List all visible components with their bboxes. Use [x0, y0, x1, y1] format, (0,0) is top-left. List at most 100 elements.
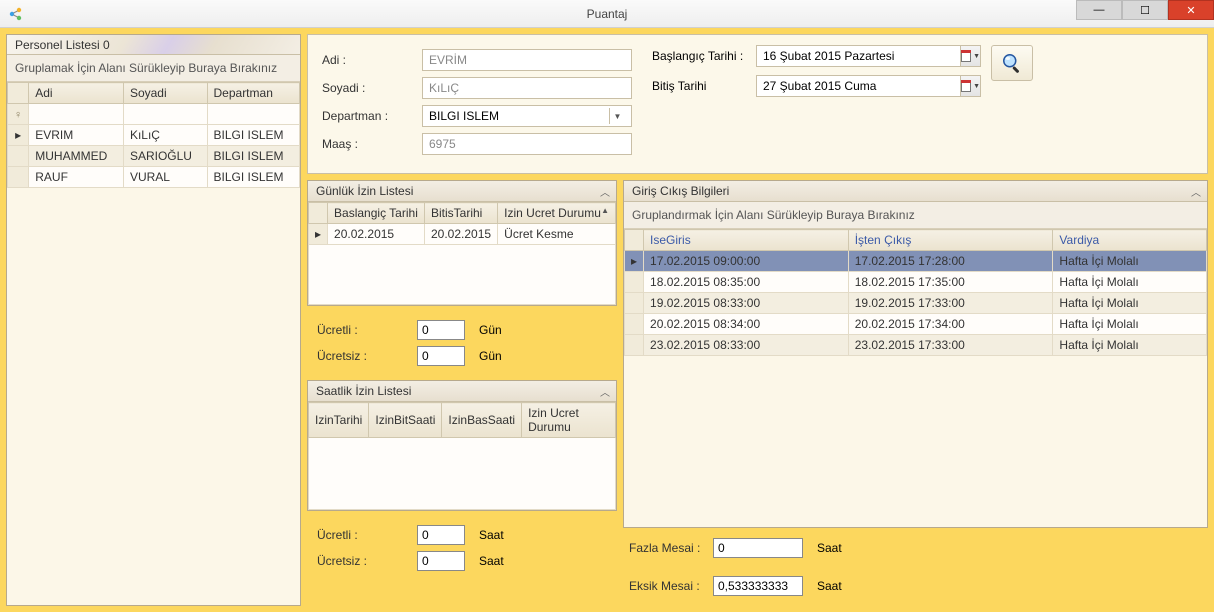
magnifier-icon: [1000, 51, 1024, 75]
input-fazla[interactable]: [713, 538, 803, 558]
label-maas: Maaş :: [312, 137, 422, 151]
col-vardiya[interactable]: Vardiya: [1053, 230, 1207, 251]
chevron-up-icon[interactable]: ︿: [600, 384, 610, 399]
daily-leave-title: Günlük İzin Listesi: [316, 184, 413, 198]
table-row[interactable]: 23.02.2015 08:33:0023.02.2015 17:33:00Ha…: [625, 335, 1207, 356]
table-row[interactable]: ▸20.02.201520.02.2015Ücret Kesme: [309, 224, 616, 245]
cell-departman: BILGI ISLEM: [207, 167, 300, 188]
row-indicator: [8, 167, 29, 188]
app-icon: [8, 6, 24, 22]
personnel-panel-header: Personel Listesi 0: [7, 35, 300, 55]
daily-leave-header: Günlük İzin Listesi ︿: [308, 181, 616, 202]
table-row[interactable]: 20.02.2015 08:34:0020.02.2015 17:34:00Ha…: [625, 314, 1207, 335]
window-controls: — ☐ ✕: [1076, 0, 1214, 27]
end-date-picker[interactable]: 27 Şubat 2015 Cuma ▼: [756, 75, 981, 97]
departman-value: BILGI ISLEM: [429, 109, 499, 123]
grid-corner: [8, 83, 29, 104]
cell-departman: BILGI ISLEM: [207, 125, 300, 146]
label-start-date: Başlangıç Tarihi :: [652, 49, 748, 63]
label-ucretli-saat: Ücretli :: [307, 528, 417, 542]
window-title: Puantaj: [587, 7, 628, 21]
row-indicator: [625, 293, 644, 314]
table-row[interactable]: 19.02.2015 08:33:0019.02.2015 17:33:00Ha…: [625, 293, 1207, 314]
personnel-grid[interactable]: Adi Soyadi Departman ♀ ▸EVRIMKıLıÇBILGI …: [7, 82, 300, 188]
daily-leave-panel: Günlük İzin Listesi ︿ Baslangiç Tarihi B…: [307, 180, 617, 306]
unit-saat: Saat: [479, 528, 504, 542]
input-ucretli-gun[interactable]: [417, 320, 465, 340]
col-istencikis[interactable]: İşten Çıkış: [848, 230, 1053, 251]
inout-title: Giriş Cıkış Bilgileri: [632, 184, 729, 198]
cell-soyadi: KıLıÇ: [123, 125, 207, 146]
table-row[interactable]: MUHAMMEDSARIOĞLUBILGI ISLEM: [8, 146, 300, 167]
titlebar: Puantaj — ☐ ✕: [0, 0, 1214, 28]
chevron-up-icon[interactable]: ︿: [1191, 184, 1201, 199]
col-daily-start[interactable]: Baslangiç Tarihi: [328, 203, 425, 224]
table-row[interactable]: 18.02.2015 08:35:0018.02.2015 17:35:00Ha…: [625, 272, 1207, 293]
inout-grid[interactable]: IseGiris İşten Çıkış Vardiya ▸17.02.2015…: [624, 229, 1207, 356]
col-daily-status[interactable]: Izin Ucret Durumu▲: [498, 203, 616, 224]
row-indicator: [625, 272, 644, 293]
inout-panel: Giriş Cıkış Bilgileri ︿ Gruplandırmak İç…: [623, 180, 1208, 528]
daily-leave-grid[interactable]: Baslangiç Tarihi BitisTarihi Izin Ucret …: [308, 202, 616, 245]
field-adi[interactable]: EVRİM: [422, 49, 632, 71]
hourly-leave-title: Saatlik İzin Listesi: [316, 384, 411, 398]
field-soyadi[interactable]: KıLıÇ: [422, 77, 632, 99]
start-date-value: 16 Şubat 2015 Pazartesi: [757, 49, 960, 63]
input-ucretsiz-saat[interactable]: [417, 551, 465, 571]
minimize-button[interactable]: —: [1076, 0, 1122, 20]
hourly-leave-header: Saatlik İzin Listesi ︿: [308, 381, 616, 402]
personnel-group-drop[interactable]: Gruplamak İçin Alanı Sürükleyip Buraya B…: [7, 55, 300, 82]
row-indicator: [8, 146, 29, 167]
chevron-down-icon: ▼: [609, 108, 625, 124]
maximize-button[interactable]: ☐: [1122, 0, 1168, 20]
close-button[interactable]: ✕: [1168, 0, 1214, 20]
col-izinbit[interactable]: IzinBitSaati: [369, 403, 442, 438]
label-end-date: Bitiş Tarihi: [652, 79, 748, 93]
row-indicator: ▸: [625, 251, 644, 272]
search-button[interactable]: [991, 45, 1033, 81]
cell-adi: MUHAMMED: [29, 146, 124, 167]
unit-saat: Saat: [479, 554, 504, 568]
table-row[interactable]: ▸EVRIMKıLıÇBILGI ISLEM: [8, 125, 300, 146]
col-daily-end[interactable]: BitisTarihi: [425, 203, 498, 224]
table-row[interactable]: ▸17.02.2015 09:00:0017.02.2015 17:28:00H…: [625, 251, 1207, 272]
hourly-leave-grid[interactable]: IzinTarihi IzinBitSaati IzinBasSaati Izi…: [308, 402, 616, 438]
cell-departman: BILGI ISLEM: [207, 146, 300, 167]
inout-group-drop[interactable]: Gruplandırmak İçin Alanı Sürükleyip Bura…: [624, 202, 1207, 229]
calendar-icon[interactable]: ▼: [960, 76, 980, 96]
label-ucretsiz-saat: Ücretsiz :: [307, 554, 417, 568]
table-row[interactable]: RAUFVURALBILGI ISLEM: [8, 167, 300, 188]
col-isegiris[interactable]: IseGiris: [644, 230, 849, 251]
col-izintarihi[interactable]: IzinTarihi: [309, 403, 369, 438]
label-soyadi: Soyadi :: [312, 81, 422, 95]
cell-soyadi: SARIOĞLU: [123, 146, 207, 167]
unit-gun: Gün: [479, 323, 502, 337]
start-date-picker[interactable]: 16 Şubat 2015 Pazartesi ▼: [756, 45, 981, 67]
filter-row[interactable]: ♀: [8, 104, 300, 125]
row-indicator: ▸: [309, 224, 328, 245]
row-indicator: ▸: [8, 125, 29, 146]
col-izinbas[interactable]: IzinBasSaati: [442, 403, 522, 438]
field-departman[interactable]: BILGI ISLEM ▼: [422, 105, 632, 127]
cell-adi: RAUF: [29, 167, 124, 188]
personnel-header-label: Personel Listesi 0: [15, 38, 110, 52]
label-eksik: Eksik Mesai :: [629, 579, 713, 593]
input-ucretsiz-gun[interactable]: [417, 346, 465, 366]
label-departman: Departman :: [312, 109, 422, 123]
filter-icon: ♀: [14, 109, 22, 121]
chevron-up-icon[interactable]: ︿: [600, 184, 610, 199]
label-fazla: Fazla Mesai :: [629, 541, 713, 555]
col-soyadi[interactable]: Soyadi: [123, 83, 207, 104]
col-izinstatus[interactable]: Izin Ucret Durumu: [522, 403, 616, 438]
hourly-leave-panel: Saatlik İzin Listesi ︿ IzinTarihi IzinBi…: [307, 380, 617, 511]
field-maas[interactable]: 6975: [422, 133, 632, 155]
unit-saat: Saat: [817, 579, 842, 593]
label-ucretli-gun: Ücretli :: [307, 323, 417, 337]
calendar-icon[interactable]: ▼: [960, 46, 980, 66]
personnel-panel: Personel Listesi 0 Gruplamak İçin Alanı …: [6, 34, 301, 606]
end-date-value: 27 Şubat 2015 Cuma: [757, 79, 960, 93]
col-adi[interactable]: Adi: [29, 83, 124, 104]
col-departman[interactable]: Departman: [207, 83, 300, 104]
input-ucretli-saat[interactable]: [417, 525, 465, 545]
input-eksik[interactable]: [713, 576, 803, 596]
